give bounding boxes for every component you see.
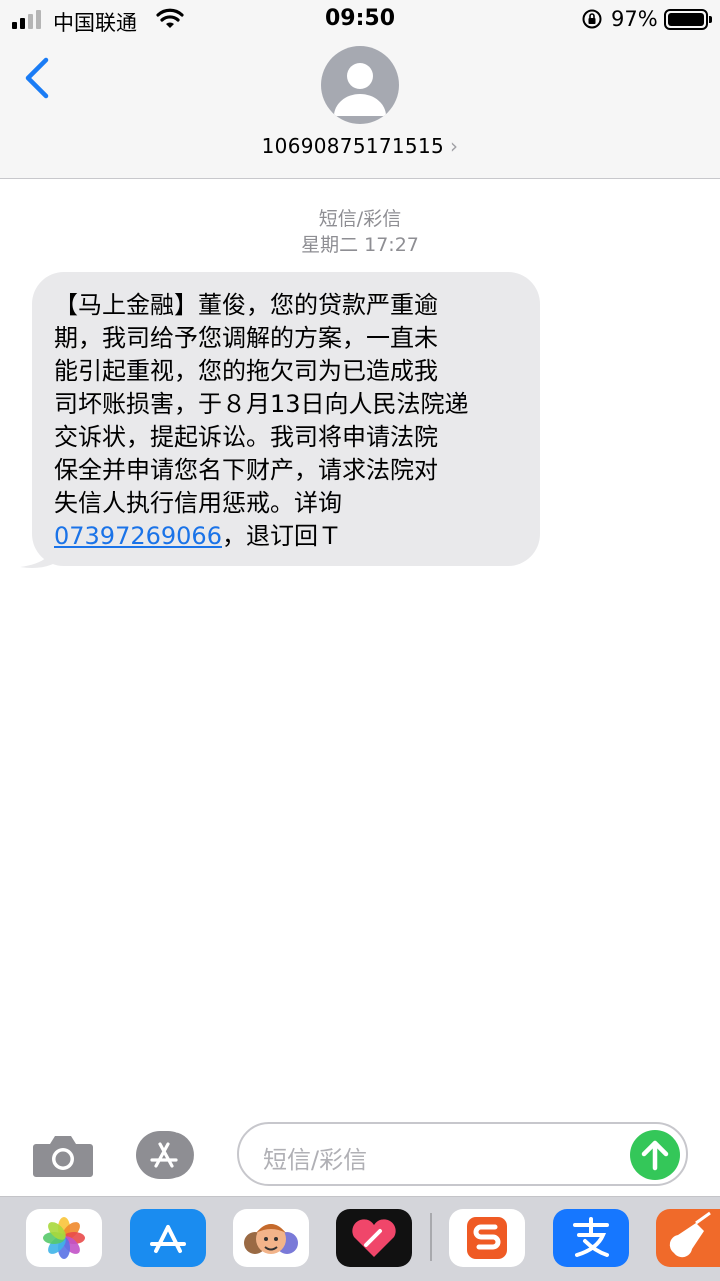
- message-line: 【马上金融】董俊，您的贷款严重逾: [54, 291, 438, 319]
- message-suffix: ，退订回Ｔ: [221, 522, 342, 550]
- message-timestamp: 星期二 17:27: [301, 234, 419, 256]
- photos-app-icon[interactable]: [26, 1209, 102, 1267]
- battery-icon: [664, 9, 712, 30]
- app-store-app-icon[interactable]: [130, 1209, 206, 1267]
- arrow-up-icon: [641, 1140, 669, 1171]
- battery-percentage: 97%: [611, 7, 658, 31]
- message-line: 司坏账损害，于８月13日向人民法院递: [54, 390, 469, 418]
- phone-number-link[interactable]: 07397269066: [54, 522, 222, 550]
- message-line: 期，我司给予您调解的方案，一直未: [54, 324, 438, 352]
- camera-icon[interactable]: [32, 1132, 94, 1178]
- sogou-app-icon[interactable]: [449, 1209, 525, 1267]
- sender-number: 10690875171515: [261, 134, 445, 158]
- app-store-button-icon[interactable]: [135, 1130, 203, 1180]
- person-silhouette-icon: [334, 63, 386, 116]
- message-input-placeholder: 短信/彩信: [263, 1146, 368, 1174]
- memoji-app-icon[interactable]: [233, 1209, 309, 1267]
- compose-bar: 短信/彩信: [0, 1110, 720, 1196]
- rotation-lock-icon: [582, 9, 602, 29]
- message-line: 交诉状，提起诉讼。我司将申请法院: [54, 423, 438, 451]
- message-bubble[interactable]: 【马上金融】董俊，您的贷款严重逾 期，我司给予您调解的方案，一直未 能引起重视，…: [32, 272, 540, 566]
- chevron-right-icon: ›: [450, 134, 459, 158]
- imessage-app-drawer: [0, 1196, 720, 1281]
- alipay-app-icon[interactable]: [553, 1209, 629, 1267]
- contact-avatar[interactable]: [321, 46, 399, 124]
- message-line: 失信人执行信用惩戒。详询: [54, 489, 342, 517]
- message-input[interactable]: 短信/彩信: [237, 1122, 688, 1186]
- message-service-label: 短信/彩信: [318, 208, 402, 230]
- drawer-divider: [430, 1213, 432, 1261]
- message-last-line: 07397269066，退订回Ｔ: [54, 520, 520, 553]
- back-chevron-icon[interactable]: [20, 56, 56, 100]
- conversation-header: 中国联通 09:50 97% 10690875171515 ›: [0, 0, 720, 179]
- digital-touch-app-icon[interactable]: [336, 1209, 412, 1267]
- message-line: 保全并申请您名下财产，请求法院对: [54, 456, 438, 484]
- garageband-app-icon[interactable]: [656, 1209, 720, 1267]
- send-button[interactable]: [630, 1130, 680, 1180]
- sender-number-button[interactable]: 10690875171515 ›: [0, 134, 720, 158]
- status-bar: 中国联通 09:50 97%: [0, 0, 720, 40]
- message-line: 能引起重视，您的拖欠司为已造成我: [54, 357, 438, 385]
